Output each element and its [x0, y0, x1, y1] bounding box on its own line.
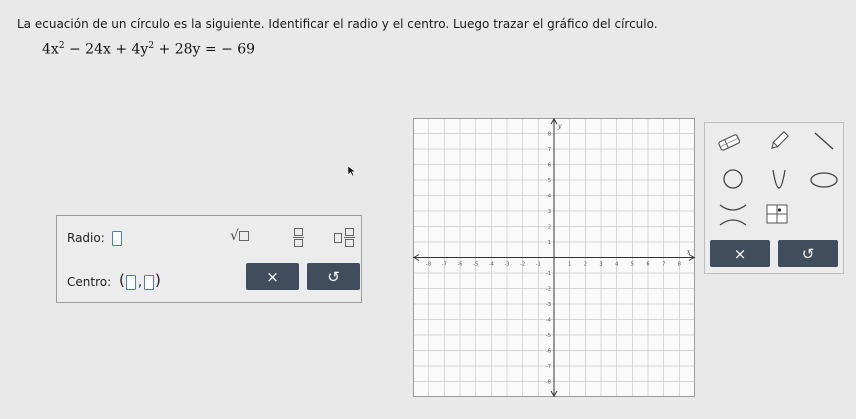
center-open-paren: (: [119, 271, 125, 289]
point-grid-icon[interactable]: [765, 203, 789, 225]
center-comma: ,: [138, 275, 143, 290]
x-tick-label: -7: [442, 262, 447, 268]
equation-term-3: + 28y = − 69: [154, 41, 256, 58]
graph-undo-icon: ↺: [801, 244, 815, 263]
y-tick-label: 5: [548, 178, 551, 184]
denominator-box: [294, 239, 303, 247]
x-axis-label: x: [687, 249, 691, 256]
y-tick-label: -1: [546, 271, 551, 277]
x-tick-label: -1: [536, 262, 541, 268]
sqrt-placeholder-box: [238, 231, 249, 241]
x-tick-label: 6: [646, 262, 649, 268]
keypad-clear-button[interactable]: ×: [246, 263, 299, 290]
center-label: Centro:: [67, 275, 112, 289]
equation-term-1: 4x: [42, 41, 59, 58]
y-tick-label: -5: [546, 333, 551, 339]
x-tick-label: -2: [520, 262, 525, 268]
y-tick-label: -3: [546, 302, 551, 308]
y-tick-label: 3: [548, 209, 551, 215]
mouse-cursor-icon: [347, 165, 357, 177]
graph-clear-icon: ×: [733, 244, 747, 263]
hyperbola-icon[interactable]: [718, 203, 748, 227]
y-axis-label: y: [557, 123, 562, 130]
center-x-input[interactable]: [126, 275, 136, 290]
y-tick-label: -2: [546, 287, 551, 293]
mixed-numerator-box: [345, 228, 354, 236]
y-tick-label: 1: [548, 240, 551, 246]
mixed-fraction: [344, 228, 355, 247]
mixed-number-button[interactable]: [334, 228, 355, 247]
equation-term-2: − 24x + 4y: [64, 41, 149, 58]
center-y-input[interactable]: [144, 275, 154, 290]
undo-icon: ↺: [327, 267, 340, 286]
x-tick-label: -6: [458, 262, 463, 268]
mixed-denominator-box: [345, 239, 354, 247]
x-tick-label: -4: [489, 262, 494, 268]
y-tick-label: 6: [548, 163, 551, 169]
pencil-icon[interactable]: [768, 130, 790, 152]
sqrt-symbol: √: [230, 228, 239, 244]
center-close-paren: ): [155, 271, 161, 289]
clear-icon: ×: [266, 267, 279, 286]
circle-icon[interactable]: [722, 168, 744, 190]
x-tick-label: 8: [678, 262, 681, 268]
graph-undo-button[interactable]: ↺: [778, 240, 838, 267]
graph-clear-button[interactable]: ×: [710, 240, 770, 267]
coordinate-graph[interactable]: y x -8 -7 -6 -5 -4 -3 -2 -1 1 2 3 4 5 6 7 8 8 7 6 5 4 3 2 1 -1 -2 -3…: [413, 118, 695, 397]
fraction-button[interactable]: [293, 228, 304, 247]
line-segment-icon[interactable]: [812, 130, 836, 152]
y-tick-label: -6: [546, 349, 551, 355]
tick-labels: y x -8 -7 -6 -5 -4 -3 -2 -1 1 2 3 4 5 6 7 8 8 7 6 5 4 3 2 1 -1 -2 -3…: [426, 123, 691, 386]
radius-label: Radio:: [67, 231, 105, 245]
mixed-fraction-bar: [344, 237, 355, 238]
y-tick-label: 2: [548, 225, 551, 231]
radius-input[interactable]: [112, 231, 122, 246]
numerator-box: [294, 228, 303, 236]
x-tick-label: 7: [662, 262, 665, 268]
y-tick-label: -4: [546, 318, 551, 324]
x-tick-label: -5: [473, 262, 478, 268]
answer-panel: Radio: Centro: ( , ): [56, 215, 216, 303]
fraction-bar: [293, 237, 304, 238]
ellipse-icon[interactable]: [809, 171, 839, 189]
parabola-icon[interactable]: [771, 168, 787, 190]
y-tick-label: 7: [548, 147, 551, 153]
math-keypad: √ × ↺: [215, 215, 362, 303]
y-tick-label: -7: [546, 364, 551, 370]
circle-equation: 4x2 − 24x + 4y2 + 28y = − 69: [42, 41, 255, 58]
question-prompt: La ecuación de un círculo es la siguient…: [17, 17, 658, 31]
x-tick-label: -3: [505, 262, 510, 268]
graphing-tool-palette: × ↺: [704, 122, 844, 274]
axes: [413, 118, 695, 397]
keypad-undo-button[interactable]: ↺: [307, 263, 360, 290]
x-tick-label: 4: [615, 262, 618, 268]
y-tick-label: 8: [548, 132, 551, 138]
x-tick-label: 1: [568, 262, 571, 268]
x-tick-label: 2: [584, 262, 587, 268]
eraser-icon[interactable]: [716, 132, 742, 152]
sqrt-button[interactable]: √: [230, 228, 249, 244]
whole-number-box: [334, 232, 342, 243]
x-tick-label: 3: [599, 262, 602, 268]
x-tick-label: 5: [631, 262, 634, 268]
x-tick-label: -8: [426, 262, 431, 268]
y-tick-label: -8: [546, 380, 551, 386]
y-tick-label: 4: [548, 194, 551, 200]
